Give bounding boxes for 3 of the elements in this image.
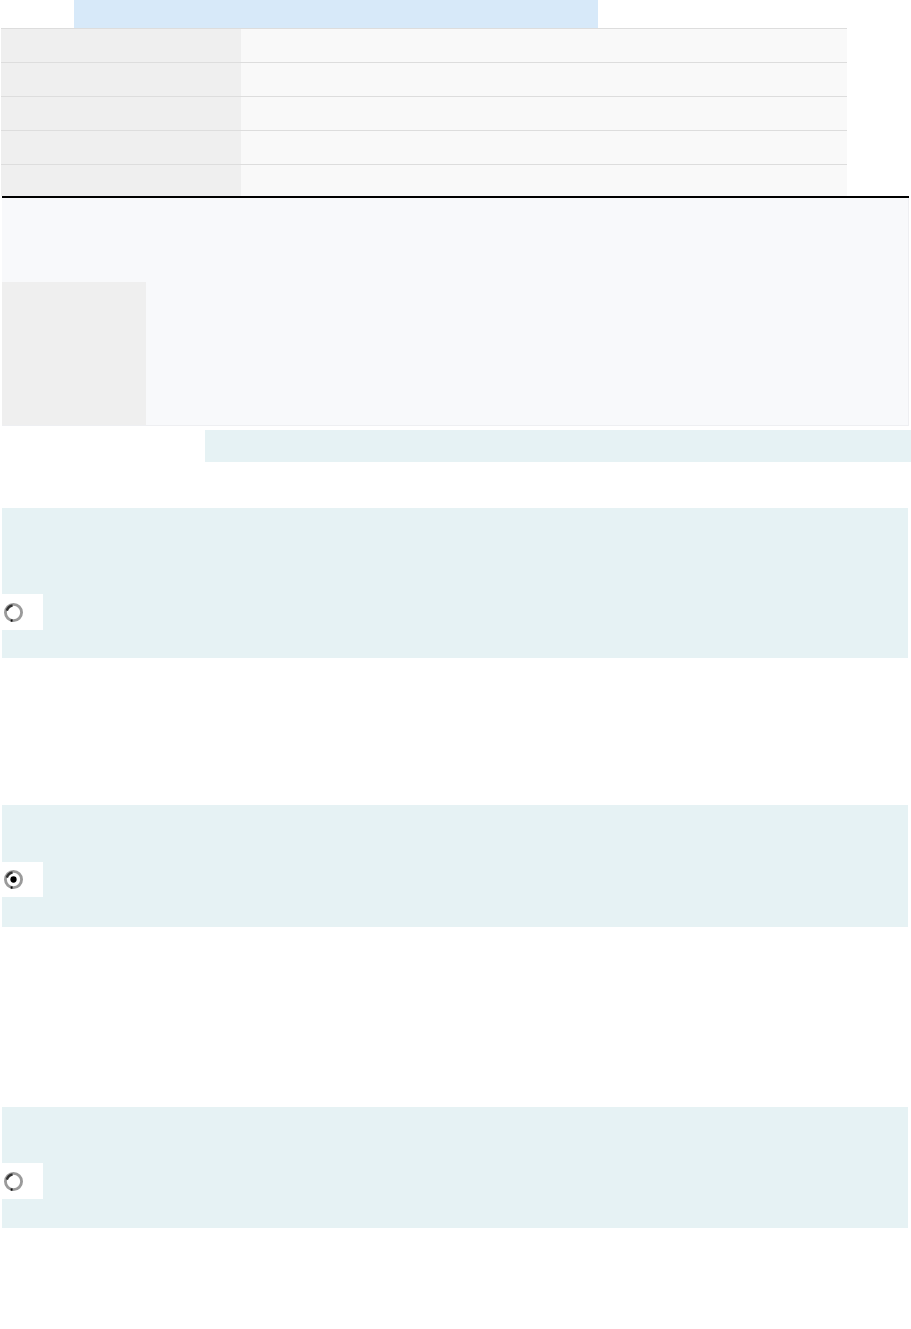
radio-button[interactable]	[4, 870, 23, 889]
radio-button[interactable]	[4, 1171, 23, 1191]
radio-button[interactable]	[4, 602, 23, 622]
